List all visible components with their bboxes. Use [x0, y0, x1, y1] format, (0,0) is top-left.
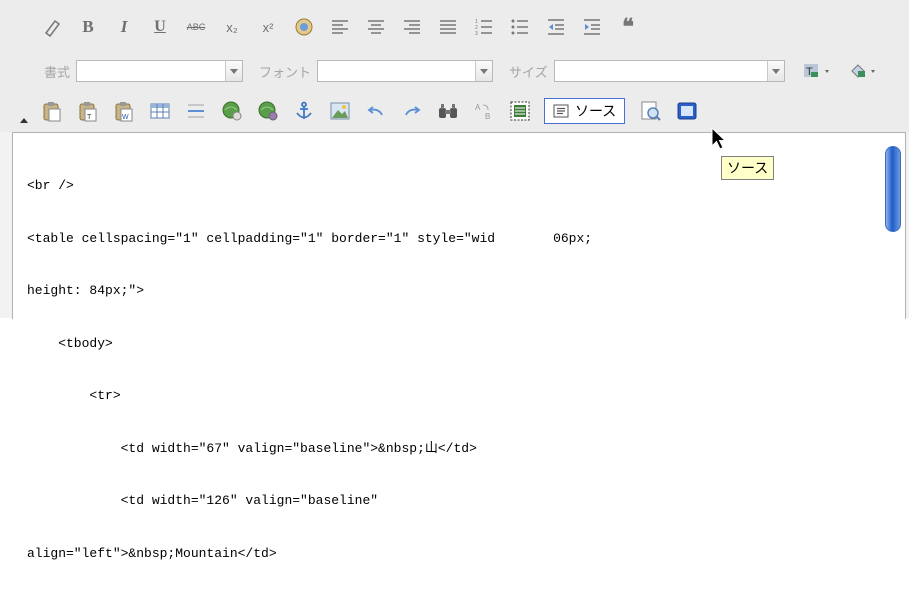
quote-glyph: ❝	[622, 14, 634, 39]
chevron-down-icon	[766, 61, 784, 81]
toolbar-row-formatting: B I U ABC x₂ x² 123 ❝	[40, 10, 652, 44]
anchor-icon[interactable]	[292, 99, 316, 123]
toolbar-row-styles: 書式 フォント サイズ T	[44, 54, 887, 88]
subscript-icon[interactable]: x₂	[220, 15, 244, 39]
svg-text:3: 3	[475, 31, 478, 36]
code-line-text: <table cellspacing="1" cellpadding="1" b…	[27, 230, 496, 246]
toolbar-row-insert: T W A B ソース	[40, 94, 711, 128]
code-line: <td width="67" valign="baseline">&nbsp;山…	[27, 440, 477, 456]
source-icon	[553, 104, 569, 118]
vertical-scrollbar[interactable]	[885, 141, 901, 319]
font-select[interactable]	[317, 60, 494, 82]
blockquote-icon[interactable]: ❝	[616, 14, 640, 39]
background-color-icon[interactable]	[847, 59, 887, 83]
eraser-icon[interactable]	[40, 15, 64, 39]
mouse-cursor-icon	[711, 126, 727, 158]
svg-text:W: W	[122, 114, 129, 121]
editor-toolbar: B I U ABC x₂ x² 123 ❝ 書式 フォント サイズ T T W …	[0, 0, 909, 132]
text-color-icon[interactable]: T	[801, 59, 841, 83]
image-icon[interactable]	[328, 99, 352, 123]
toolbar-collapse-icon[interactable]	[20, 118, 28, 123]
italic-glyph: I	[120, 17, 128, 36]
paste-text-icon[interactable]: T	[76, 99, 100, 123]
source-code[interactable]: <br /> <table cellspacing="1" cellpaddin…	[27, 142, 877, 597]
code-line-tail: 06px;	[553, 230, 593, 246]
paste-icon[interactable]	[40, 99, 64, 123]
replace-icon[interactable]: AB	[472, 99, 496, 123]
scrollbar-thumb[interactable]	[885, 146, 901, 232]
svg-text:B: B	[485, 112, 490, 121]
numbered-list-icon[interactable]: 123	[472, 15, 496, 39]
align-right-icon[interactable]	[400, 15, 424, 39]
chevron-down-icon	[475, 61, 493, 81]
outdent-icon[interactable]	[544, 15, 568, 39]
format-select[interactable]	[76, 60, 244, 82]
size-label: サイズ	[509, 64, 548, 80]
superscript-icon[interactable]: x²	[256, 15, 280, 39]
special-char-icon[interactable]	[292, 15, 316, 39]
font-label: フォント	[259, 64, 312, 80]
source-button-label: ソース	[575, 103, 617, 119]
paste-word-icon[interactable]: W	[112, 99, 136, 123]
code-line: <table cellspacing="1" cellpadding="1" b…	[27, 230, 877, 248]
code-line: <tbody>	[27, 335, 113, 351]
undo-icon[interactable]	[364, 99, 388, 123]
indent-icon[interactable]	[580, 15, 604, 39]
bold-glyph: B	[82, 17, 94, 36]
code-line: height: 84px;">	[27, 283, 145, 298]
source-tooltip: ソース	[721, 156, 775, 180]
code-line: align="left">&nbsp;Mountain</td>	[27, 545, 277, 561]
table-icon[interactable]	[148, 99, 172, 123]
align-center-icon[interactable]	[364, 15, 388, 39]
bold-icon[interactable]: B	[76, 15, 100, 39]
rich-text-editor: B I U ABC x₂ x² 123 ❝ 書式 フォント サイズ T T W …	[0, 0, 909, 561]
select-all-icon[interactable]	[508, 99, 532, 123]
code-line: <td width="126" valign="baseline"	[27, 493, 379, 508]
justify-icon[interactable]	[436, 15, 460, 39]
code-line: <tr>	[27, 388, 121, 403]
link-icon[interactable]	[220, 99, 244, 123]
bullet-list-icon[interactable]	[508, 15, 532, 39]
source-button[interactable]: ソース	[544, 98, 626, 124]
unlink-icon[interactable]	[256, 99, 280, 123]
italic-icon[interactable]: I	[112, 15, 136, 39]
find-icon[interactable]	[436, 99, 460, 123]
underline-icon[interactable]: U	[148, 15, 172, 39]
chevron-down-icon	[225, 61, 243, 81]
strike-glyph: ABC	[186, 22, 206, 32]
format-label: 書式	[44, 64, 71, 80]
size-select[interactable]	[553, 60, 785, 82]
superscript-glyph: x²	[262, 19, 274, 35]
svg-text:A: A	[475, 103, 481, 112]
horizontal-rule-icon[interactable]	[184, 99, 208, 123]
redo-icon[interactable]	[400, 99, 424, 123]
strikethrough-icon[interactable]: ABC	[184, 15, 208, 39]
preview-icon[interactable]	[639, 99, 663, 123]
maximize-icon[interactable]	[675, 99, 699, 123]
svg-text:T: T	[87, 114, 92, 121]
underline-glyph: U	[154, 18, 166, 35]
align-left-icon[interactable]	[328, 15, 352, 39]
subscript-glyph: x₂	[226, 19, 238, 35]
